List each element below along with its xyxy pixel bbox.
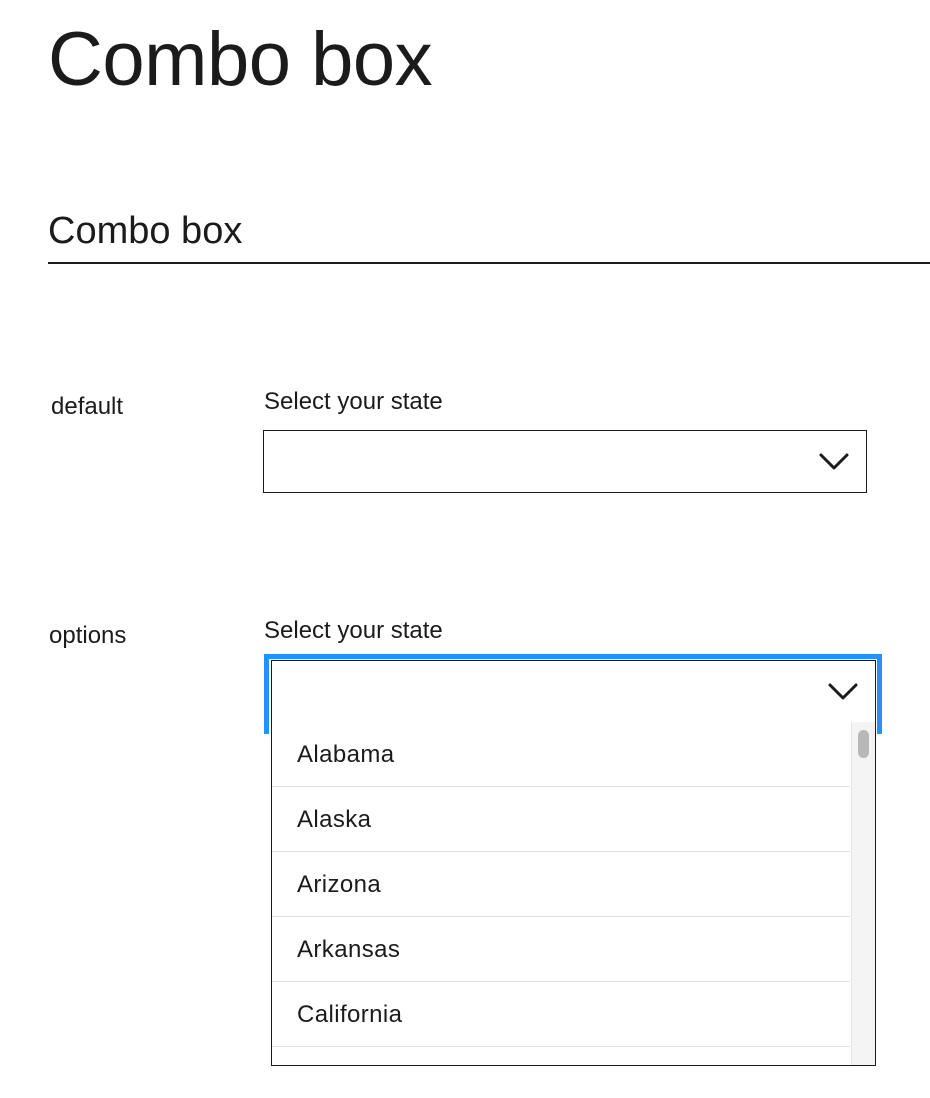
option-item[interactable]: Alabama [272, 722, 850, 787]
state-combo-box-default[interactable] [263, 430, 867, 493]
state-listbox[interactable]: Alabama Alaska Arizona Arkansas Californ… [271, 722, 876, 1066]
row-label-options: options [49, 622, 127, 649]
option-item-partial[interactable] [272, 1047, 850, 1065]
section-divider [48, 262, 930, 264]
listbox-scrollbar[interactable] [851, 722, 875, 1065]
state-field-label: Select your state [264, 388, 443, 415]
chevron-down-icon[interactable] [811, 661, 875, 722]
chevron-down-icon[interactable] [802, 431, 866, 492]
option-item[interactable]: California [272, 982, 850, 1047]
section-title: Combo box [48, 210, 243, 252]
option-item[interactable]: Alaska [272, 787, 850, 852]
option-item[interactable]: Arizona [272, 852, 850, 917]
option-item[interactable]: Arkansas [272, 917, 850, 982]
state-options-list: Alabama Alaska Arizona Arkansas Californ… [272, 722, 850, 1065]
row-label-default: default [51, 393, 124, 420]
state-field-label: Select your state [264, 617, 443, 644]
scrollbar-thumb[interactable] [858, 730, 869, 758]
state-combo-input[interactable] [272, 661, 875, 722]
page-title: Combo box [48, 17, 433, 102]
state-combo-box-options[interactable] [271, 660, 876, 723]
state-combo-input[interactable] [264, 431, 866, 492]
